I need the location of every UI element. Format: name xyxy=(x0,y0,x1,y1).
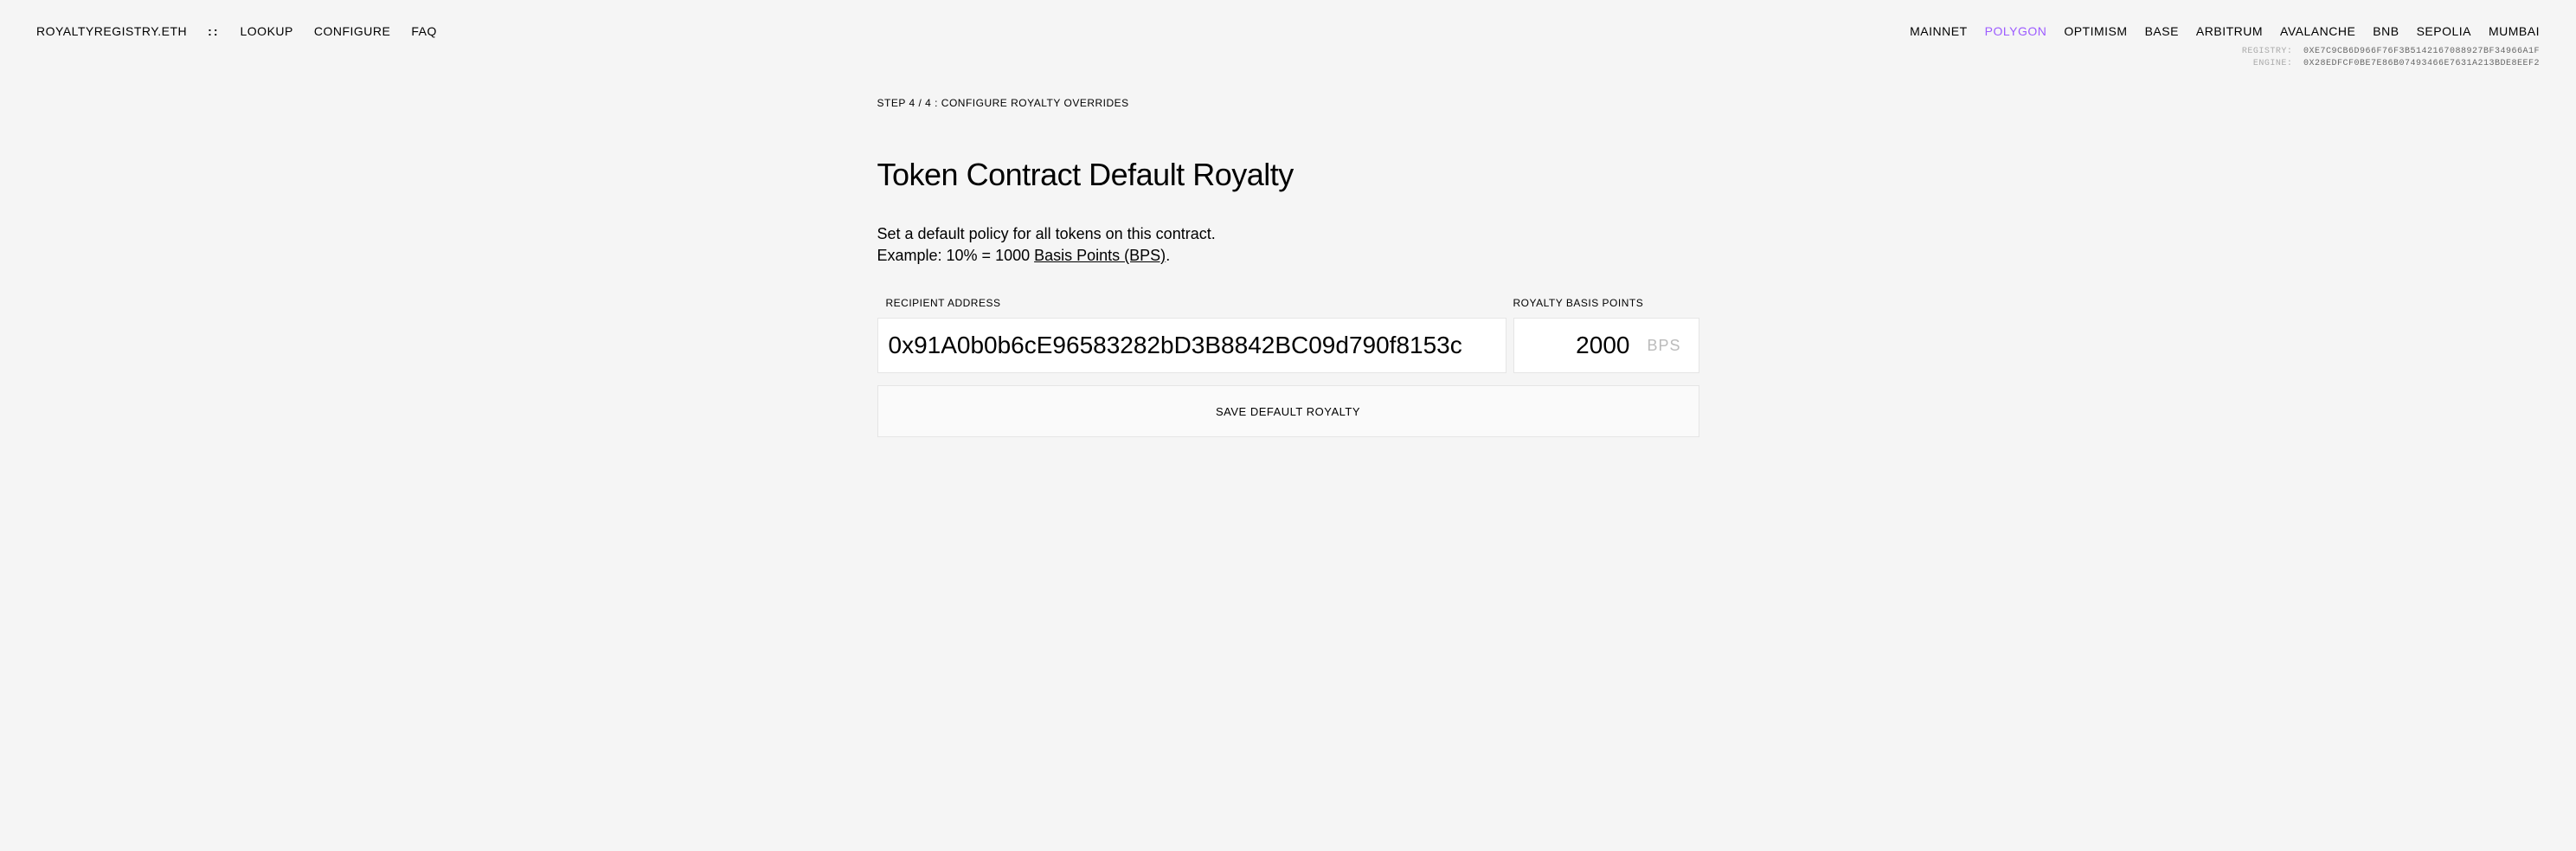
address-input-wrapper xyxy=(877,318,1506,373)
contract-addresses: REGISTRY: 0XE7C9CB6D966F76F3B51421670889… xyxy=(0,38,2576,68)
form-row: RECIPIENT ADDRESS ROYALTY BASIS POINTS B… xyxy=(877,297,1699,373)
description-line-1: Set a default policy for all tokens on t… xyxy=(877,223,1699,245)
basis-points-link[interactable]: Basis Points (BPS) xyxy=(1034,247,1166,264)
page-title: Token Contract Default Royalty xyxy=(877,157,1699,193)
registry-value: 0XE7C9CB6D966F76F3B5142167088927BF34966A… xyxy=(2303,47,2540,56)
network-selector: MAINNET POLYGON OPTIMISM BASE ARBITRUM A… xyxy=(1910,24,2540,38)
network-sepolia[interactable]: SEPOLIA xyxy=(2417,24,2471,38)
network-bnb[interactable]: BNB xyxy=(2373,24,2399,38)
recipient-address-input[interactable] xyxy=(889,332,1495,359)
logo[interactable]: ROYALTYREGISTRY.ETH xyxy=(36,24,187,38)
network-avalanche[interactable]: AVALANCHE xyxy=(2280,24,2355,38)
registry-address-row: REGISTRY: 0XE7C9CB6D966F76F3B51421670889… xyxy=(0,47,2540,56)
bps-input-wrapper: BPS xyxy=(1513,318,1699,373)
network-base[interactable]: BASE xyxy=(2145,24,2179,38)
description: Set a default policy for all tokens on t… xyxy=(877,223,1699,267)
engine-address-row: ENGINE: 0X28EDFCF0BE7E86B07493466E7631A2… xyxy=(0,59,2540,68)
step-label: STEP 4 / 4 : CONFIGURE ROYALTY OVERRIDES xyxy=(877,97,1699,109)
bps-suffix: BPS xyxy=(1647,337,1680,355)
address-form-group: RECIPIENT ADDRESS xyxy=(877,297,1506,373)
nav-left: ROYALTYREGISTRY.ETH :: LOOKUP CONFIGURE … xyxy=(36,24,437,38)
nav-configure[interactable]: CONFIGURE xyxy=(314,24,391,38)
header: ROYALTYREGISTRY.ETH :: LOOKUP CONFIGURE … xyxy=(0,0,2576,38)
royalty-bps-label: ROYALTY BASIS POINTS xyxy=(1513,297,1699,309)
dots-icon: :: xyxy=(208,24,219,38)
royalty-bps-input[interactable] xyxy=(1543,332,1629,359)
network-mainnet[interactable]: MAINNET xyxy=(1910,24,1968,38)
nav-lookup[interactable]: LOOKUP xyxy=(241,24,293,38)
registry-label: REGISTRY: xyxy=(2242,47,2293,56)
nav-faq[interactable]: FAQ xyxy=(411,24,437,38)
recipient-address-label: RECIPIENT ADDRESS xyxy=(877,297,1506,309)
network-polygon[interactable]: POLYGON xyxy=(1985,24,2047,38)
main-content: STEP 4 / 4 : CONFIGURE ROYALTY OVERRIDES… xyxy=(877,71,1699,463)
engine-value: 0X28EDFCF0BE7E86B07493466E7631A213BDE8EE… xyxy=(2303,59,2540,68)
description-line-2: Example: 10% = 1000 Basis Points (BPS). xyxy=(877,245,1699,267)
engine-label: ENGINE: xyxy=(2253,59,2293,68)
network-arbitrum[interactable]: ARBITRUM xyxy=(2196,24,2263,38)
bps-form-group: ROYALTY BASIS POINTS BPS xyxy=(1513,297,1699,373)
network-mumbai[interactable]: MUMBAI xyxy=(2489,24,2540,38)
network-optimism[interactable]: OPTIMISM xyxy=(2064,24,2127,38)
save-default-royalty-button[interactable]: SAVE DEFAULT ROYALTY xyxy=(877,385,1699,437)
